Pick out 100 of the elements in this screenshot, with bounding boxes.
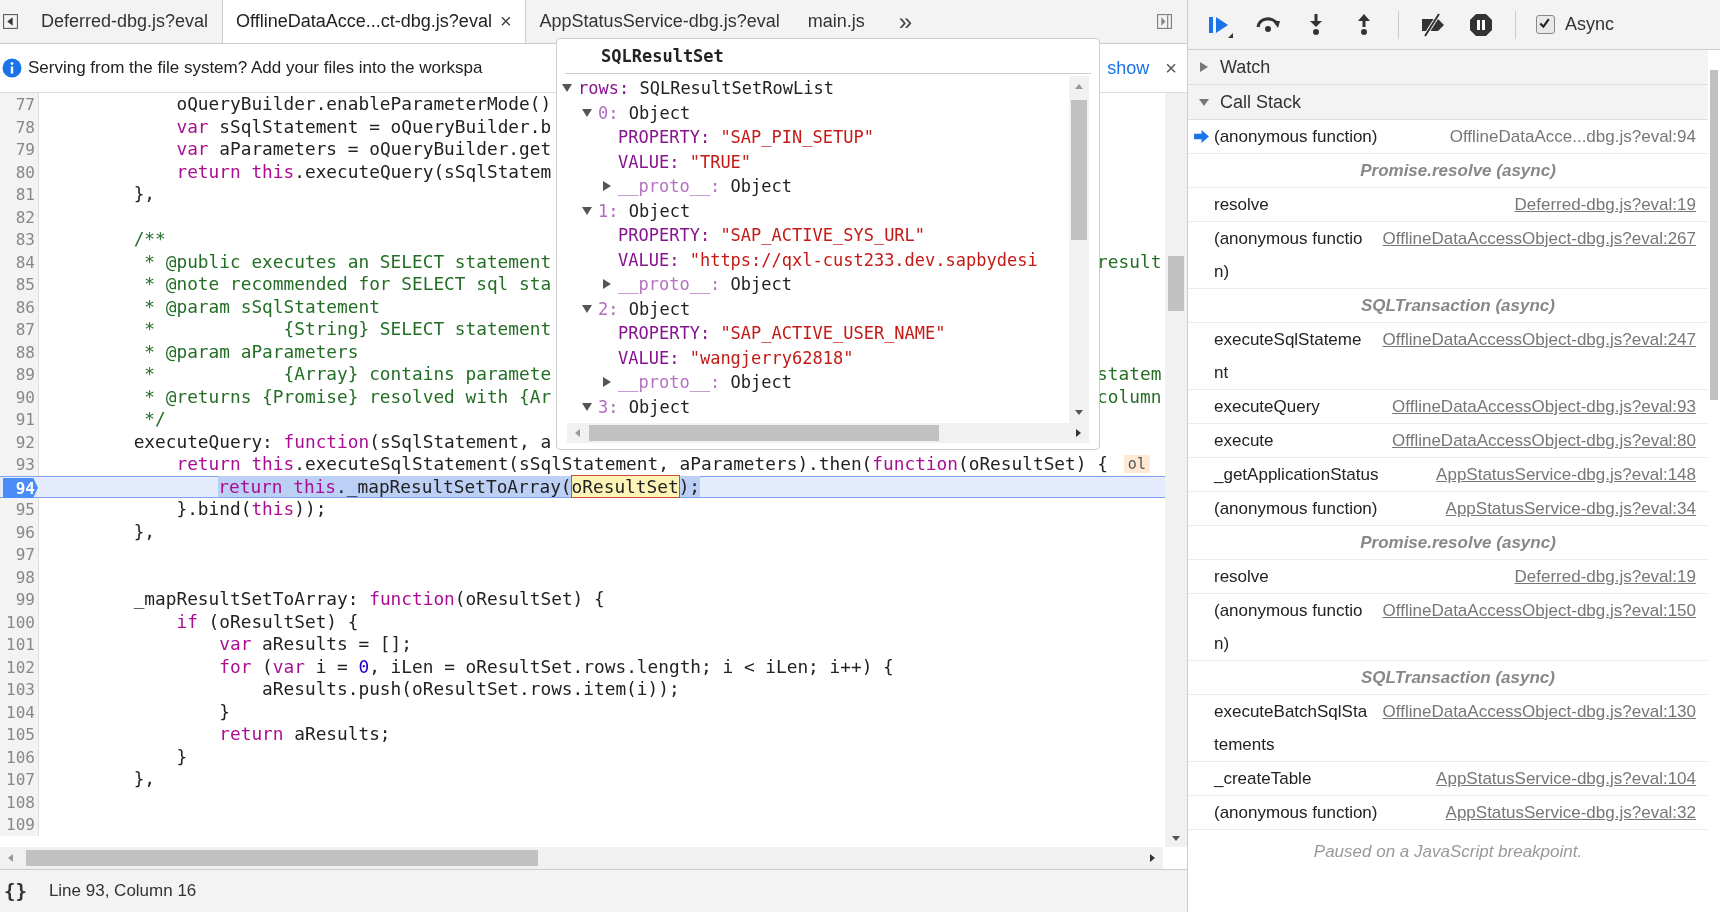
call-frame[interactable]: resolve Deferred-dbg.js?eval:19 bbox=[1188, 188, 1708, 222]
call-frame[interactable]: _getApplicationStatus AppStatusService-dbg.js?eval:148 bbox=[1188, 458, 1708, 492]
function-name: executeQuery bbox=[1214, 396, 1321, 418]
property-entry: 0: Object bbox=[598, 102, 691, 123]
code-line: /** bbox=[132, 228, 166, 249]
expand-arrow-icon[interactable] bbox=[601, 376, 613, 389]
code-line: }, bbox=[132, 183, 156, 204]
watch-section-header[interactable]: Watch bbox=[1188, 50, 1708, 85]
code-line: _mapResultSetToArray: function(oResultSet) { bbox=[132, 588, 605, 609]
call-frame[interactable]: execute OfflineDataAccessObject-dbg.js?eval:80 bbox=[1188, 424, 1708, 458]
property-entry: PROPERTY: "SAP_ACTIVE_USER_NAME" bbox=[618, 323, 946, 344]
code-line: statem bbox=[1097, 363, 1162, 386]
scrollbar[interactable] bbox=[0, 847, 1163, 869]
pretty-print-button[interactable]: {} bbox=[4, 880, 27, 902]
code-line: return aResults; bbox=[218, 723, 391, 744]
expand-arrow-icon[interactable] bbox=[1198, 61, 1210, 73]
code-line: * {Array} contains paramete bbox=[143, 363, 552, 384]
call-frame[interactable]: (anonymous function) AppStatusService-dbg.js?eval:32 bbox=[1188, 796, 1708, 830]
code-line: * {String} SELECT statement bbox=[143, 318, 552, 339]
deactivate-breakpoints-icon[interactable] bbox=[1419, 10, 1447, 39]
sidebar-toggle-icon[interactable] bbox=[2, 13, 19, 30]
code-line: if (oResultSet) { bbox=[175, 610, 359, 632]
call-frame[interactable]: executeQuery OfflineDataAccessObject-dbg.js?eval:93 bbox=[1188, 390, 1708, 424]
call-frame[interactable]: executeBatchSqlStatements OfflineDataAccessObject-dbg.js?eval:130 bbox=[1188, 695, 1708, 762]
expand-arrow-icon[interactable] bbox=[601, 180, 613, 193]
property-entry: 3: Object bbox=[598, 396, 691, 417]
panel-toggle-icon[interactable] bbox=[1156, 13, 1173, 30]
file-tab[interactable]: Deferred-dbg.js?eval bbox=[27, 0, 223, 43]
scroll-arrow-icon[interactable] bbox=[1171, 833, 1181, 843]
code-line: for (var i = 0, iLen = oResultSet.rows.length; i < iLen; i++) { bbox=[218, 655, 894, 677]
call-frame[interactable]: (anonymous function) OfflineDataAccessObject-dbg.js?eval:150 bbox=[1188, 594, 1708, 661]
source-link[interactable]: OfflineDataAccessObject-dbg.js?eval:93 bbox=[1392, 390, 1696, 423]
source-link[interactable]: Deferred-dbg.js?eval:19 bbox=[1514, 560, 1696, 593]
expand-arrow-icon[interactable] bbox=[581, 302, 593, 315]
property-entry: PROPERTY: "SAP_ACTIVE_SYS_URL" bbox=[618, 225, 926, 246]
async-label: Async bbox=[1565, 14, 1615, 35]
scrollbar[interactable] bbox=[1069, 76, 1089, 423]
close-button[interactable]: × bbox=[1165, 56, 1177, 80]
call-frame[interactable]: executeSqlStatement OfflineDataAccessObject-dbg.js?eval:247 bbox=[1188, 323, 1708, 390]
source-link[interactable]: AppStatusService-dbg.js?eval:148 bbox=[1436, 458, 1696, 491]
scrollbar-thumb[interactable] bbox=[1168, 256, 1184, 311]
scrollbar[interactable] bbox=[567, 423, 1089, 443]
scrollbar-thumb[interactable] bbox=[1071, 100, 1087, 240]
code-line: var aResults = []; bbox=[218, 633, 412, 654]
code-line: }.bind(this)); bbox=[175, 498, 327, 519]
scrollbar[interactable] bbox=[1165, 93, 1187, 847]
call-frame[interactable]: (anonymous function) OfflineDataAccessObject-dbg.js?eval:267 bbox=[1188, 222, 1708, 289]
code-line: oQueryBuilder.enableParameterMode() bbox=[175, 93, 552, 114]
source-link[interactable]: OfflineDataAccessObject-dbg.js?eval:247 bbox=[1382, 323, 1696, 389]
call-frame[interactable]: _createTable AppStatusService-dbg.js?eval:104 bbox=[1188, 762, 1708, 796]
scrollbar-thumb[interactable] bbox=[589, 425, 939, 441]
property-entry: VALUE: "https://qxl-cust233.dev.sapbydesi bbox=[618, 249, 1038, 270]
expand-arrow-icon[interactable] bbox=[581, 106, 593, 119]
show-link[interactable]: show bbox=[1107, 57, 1150, 79]
source-link[interactable]: OfflineDataAccessObject-dbg.js?eval:150 bbox=[1382, 594, 1696, 660]
code-line: * @public executes an SELECT statement bbox=[143, 250, 552, 272]
scrollbar-thumb[interactable] bbox=[26, 850, 538, 866]
scroll-arrow-icon[interactable] bbox=[1074, 407, 1084, 417]
function-name: _getApplicationStatus bbox=[1214, 464, 1380, 486]
source-link[interactable]: OfflineDataAccessObject-dbg.js?eval:80 bbox=[1392, 424, 1696, 457]
async-separator: Promise.resolve (async) bbox=[1188, 154, 1708, 188]
scrollbar-thumb[interactable] bbox=[1710, 70, 1718, 400]
scroll-arrow-icon[interactable] bbox=[1073, 428, 1083, 438]
call-frame[interactable]: (anonymous function) AppStatusService-dbg.js?eval:34 bbox=[1188, 492, 1708, 526]
code-line: * @note recommended for SELECT sql sta bbox=[143, 273, 552, 294]
property-entry: VALUE: "TRUE" bbox=[618, 151, 752, 172]
async-checkbox[interactable] bbox=[1536, 15, 1555, 34]
code-line: * @param aParameters bbox=[143, 340, 359, 362]
code-line: return this.executeSqlStatement(sSqlStatement, aParameters).then(function(oResultSet) { bbox=[175, 453, 1108, 474]
inline-value: ol bbox=[1123, 455, 1150, 474]
code-line: */ bbox=[143, 408, 166, 429]
line-number[interactable]: 94 bbox=[3, 477, 38, 498]
expand-arrow-icon[interactable] bbox=[581, 400, 593, 413]
call-stack-section-header[interactable]: Call Stack bbox=[1188, 85, 1708, 120]
property-entry: 2: Object bbox=[598, 298, 691, 319]
source-link[interactable]: AppStatusService-dbg.js?eval:32 bbox=[1445, 796, 1696, 829]
paused-message: Paused on a JavaScript breakpoint. bbox=[1312, 841, 1584, 862]
source-link[interactable]: OfflineDataAccessObject-dbg.js?eval:267 bbox=[1382, 222, 1696, 288]
source-link[interactable]: OfflineDataAcce...dbg.js?eval:94 bbox=[1449, 120, 1696, 153]
call-frame[interactable]: resolve Deferred-dbg.js?eval:19 bbox=[1188, 560, 1708, 594]
function-name: (anonymous function) bbox=[1214, 498, 1379, 520]
call-frame[interactable]: (anonymous function) OfflineDataAcce...dbg.js?eval:94 bbox=[1188, 120, 1708, 154]
scroll-arrow-icon[interactable] bbox=[1147, 853, 1157, 863]
code-line: aResults.push(oResultSet.rows.item(i)); bbox=[261, 678, 680, 699]
property-entry: 1: Object bbox=[598, 200, 691, 221]
function-name: resolve bbox=[1214, 194, 1270, 216]
property-entry: __proto__: Object bbox=[618, 274, 793, 295]
source-link[interactable]: AppStatusService-dbg.js?eval:34 bbox=[1445, 492, 1696, 525]
code-line: result bbox=[1097, 250, 1162, 273]
source-link[interactable]: AppStatusService-dbg.js?eval:104 bbox=[1436, 762, 1696, 795]
source-link[interactable]: Deferred-dbg.js?eval:19 bbox=[1514, 188, 1696, 221]
source-link[interactable]: OfflineDataAccessObject-dbg.js?eval:130 bbox=[1382, 695, 1696, 761]
file-tab[interactable]: OfflineDataAcce...ct-dbg.js?eval × bbox=[222, 0, 526, 43]
expand-arrow-icon[interactable] bbox=[601, 278, 613, 291]
expand-arrow-icon[interactable] bbox=[1198, 96, 1210, 108]
expand-arrow-icon[interactable] bbox=[581, 204, 593, 217]
more-tabs-button[interactable]: » bbox=[898, 7, 913, 36]
function-name: (anonymous function) bbox=[1214, 126, 1379, 148]
code-line: column bbox=[1097, 385, 1162, 408]
code-line: } bbox=[175, 745, 188, 767]
